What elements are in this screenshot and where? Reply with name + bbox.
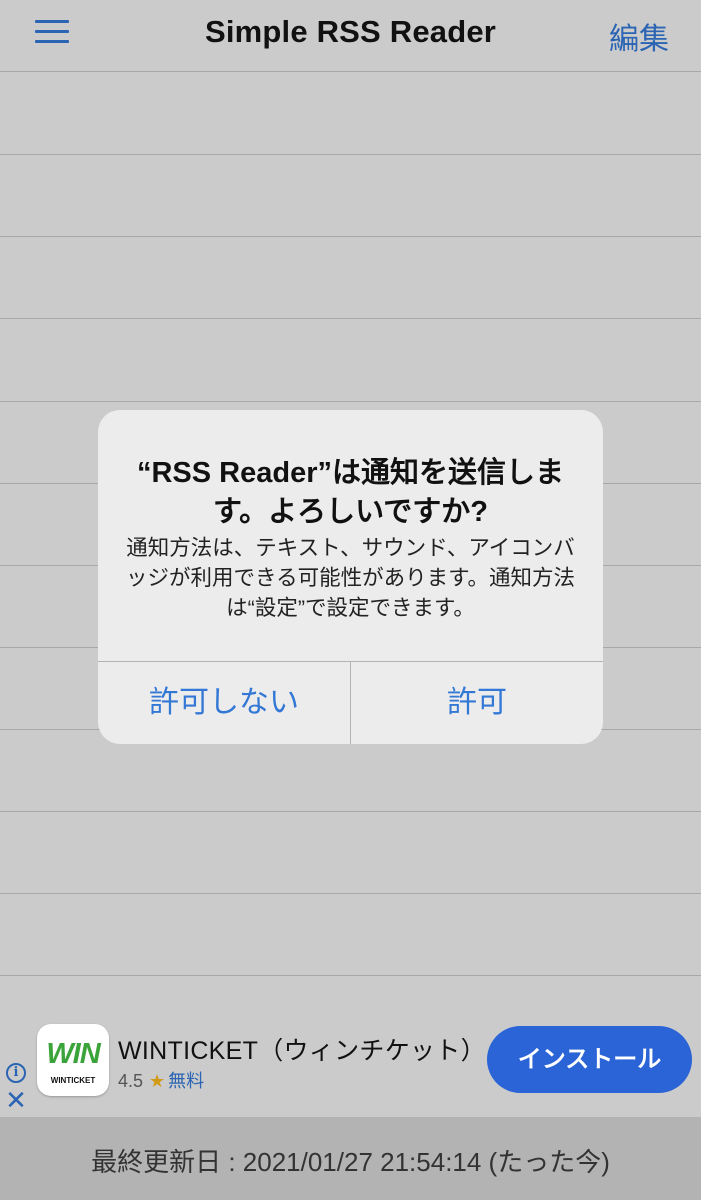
- navigation-bar: Simple RSS Reader 編集: [0, 0, 701, 72]
- ad-price: 無料: [168, 1071, 205, 1091]
- list-divider: [0, 154, 701, 155]
- dialog-title: “RSS Reader”は通知を送信します。よろしいですか?: [136, 457, 564, 528]
- page-title: Simple RSS Reader: [204, 14, 497, 49]
- ad-rating: 4.5: [118, 1071, 144, 1091]
- list-divider: [0, 236, 701, 237]
- allow-button[interactable]: 許可: [351, 662, 603, 744]
- status-footer: 最終更新日 : 2021/01/27 21:54:14 (たった今): [0, 1117, 701, 1200]
- dont-allow-button[interactable]: 許可しない: [98, 662, 350, 744]
- list-divider: [0, 975, 701, 976]
- last-updated-text: 最終更新日 : 2021/01/27 21:54:14 (たった今): [91, 1147, 610, 1177]
- edit-button[interactable]: 編集: [609, 14, 669, 58]
- notification-permission-dialog: “RSS Reader”は通知を送信します。よろしいですか? 通知方法は、テキス…: [98, 410, 603, 744]
- ad-close-icon[interactable]: ✕: [5, 1087, 27, 1113]
- list-divider: [0, 401, 701, 402]
- ad-app-name: WINTICKET（ウィンチケット）: [118, 1037, 486, 1065]
- dialog-message: 通知方法は、テキスト、サウンド、アイコンバッジが利用できる可能性があります。通知…: [126, 536, 575, 620]
- list-divider: [0, 893, 701, 894]
- app-icon[interactable]: WIN WINTICKET: [37, 1024, 109, 1096]
- list-divider: [0, 811, 701, 812]
- star-icon: ★: [149, 1071, 166, 1091]
- ad-info-icon[interactable]: i: [6, 1063, 26, 1083]
- ad-banner[interactable]: i ✕ WIN WINTICKET WINTICKET（ウィンチケット） 4.5…: [0, 1017, 701, 1117]
- install-button[interactable]: インストール: [487, 1026, 692, 1093]
- app-logo: WIN: [46, 1038, 100, 1070]
- list-divider: [0, 318, 701, 319]
- app-logo-subtext: WINTICKET: [50, 1076, 96, 1085]
- ad-meta: 4.5 ★ 無料: [118, 1067, 204, 1093]
